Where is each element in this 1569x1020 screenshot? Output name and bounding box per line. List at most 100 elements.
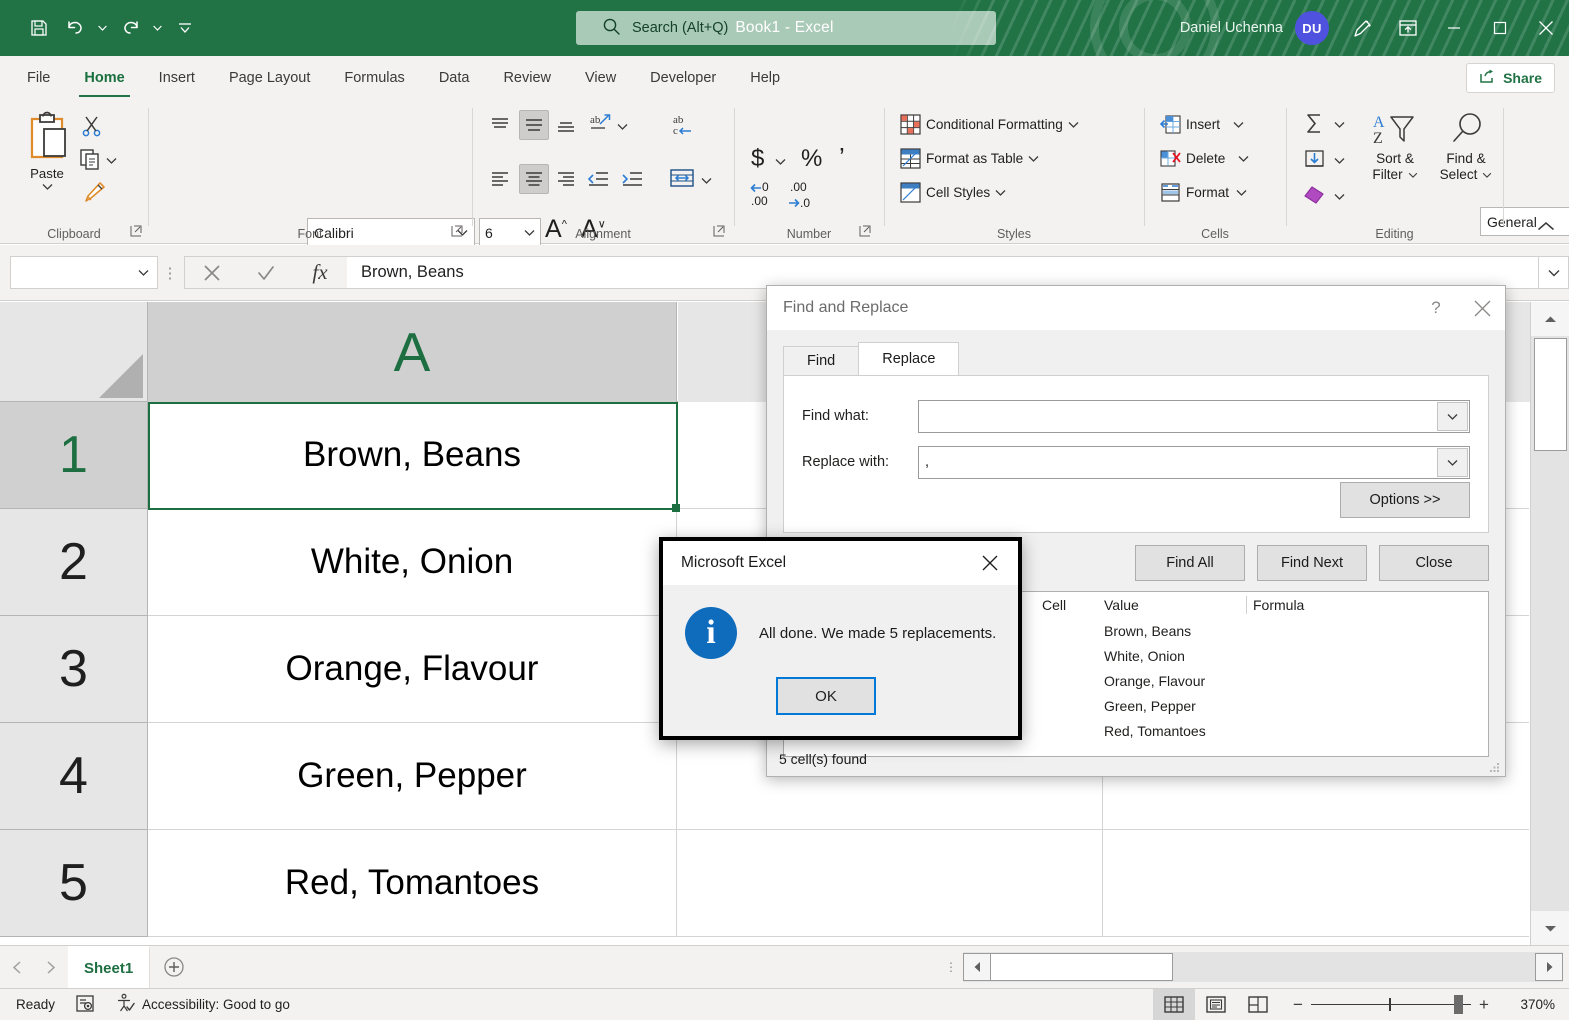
- name-box[interactable]: [10, 256, 158, 289]
- zoom-level[interactable]: 370%: [1503, 997, 1569, 1012]
- find-next-button[interactable]: Find Next: [1257, 545, 1367, 581]
- replace-with-input[interactable]: ,: [918, 446, 1470, 479]
- find-select-dropdown-icon[interactable]: [1482, 167, 1492, 183]
- insert-function-icon[interactable]: fx: [293, 257, 347, 288]
- align-bottom-icon[interactable]: [555, 114, 577, 139]
- format-painter-button[interactable]: [80, 180, 106, 207]
- scroll-down-icon[interactable]: [1531, 911, 1569, 945]
- clipboard-dialog-launcher-icon[interactable]: [130, 225, 142, 240]
- find-replace-title-bar[interactable]: Find and Replace ?: [767, 286, 1505, 330]
- results-col-formula[interactable]: Formula: [1247, 597, 1488, 613]
- cell-c5[interactable]: [1103, 830, 1529, 937]
- results-col-value[interactable]: Value: [1098, 597, 1246, 613]
- cancel-icon[interactable]: [185, 257, 239, 288]
- cell-a3[interactable]: Orange, Flavour: [148, 616, 677, 723]
- conditional-formatting-dropdown-icon[interactable]: [1068, 120, 1079, 130]
- horizontal-split-handle[interactable]: ⋮: [939, 946, 963, 989]
- fill-button[interactable]: [1303, 148, 1345, 174]
- record-macro-button[interactable]: [65, 989, 105, 1020]
- number-dialog-launcher-icon[interactable]: [859, 225, 871, 240]
- replace-with-dropdown-icon[interactable]: [1437, 448, 1468, 477]
- merge-and-center-icon[interactable]: [669, 166, 695, 193]
- align-right-icon[interactable]: [555, 168, 577, 193]
- add-sheet-icon[interactable]: [150, 946, 198, 989]
- results-col-cell[interactable]: Cell: [1036, 597, 1098, 613]
- ok-button[interactable]: OK: [776, 677, 876, 715]
- redo-dropdown-icon[interactable]: [149, 11, 166, 45]
- zoom-out-button[interactable]: −: [1285, 989, 1311, 1020]
- ribbon-display-options-icon[interactable]: [1385, 0, 1431, 56]
- close-icon[interactable]: [970, 543, 1010, 583]
- close-icon[interactable]: [1459, 286, 1505, 330]
- ribbon-tab-developer[interactable]: Developer: [633, 56, 733, 100]
- copy-button[interactable]: [78, 147, 117, 174]
- increase-indent-icon[interactable]: [621, 168, 645, 193]
- cell-b5[interactable]: [677, 830, 1103, 937]
- cell-a2[interactable]: White, Onion: [148, 509, 677, 616]
- align-middle-icon[interactable]: [519, 110, 549, 140]
- row-header-3[interactable]: 3: [0, 616, 148, 723]
- align-center-icon[interactable]: [519, 164, 549, 194]
- next-sheet-icon[interactable]: [34, 946, 68, 989]
- column-header-a[interactable]: A: [148, 302, 677, 402]
- horizontal-scroll-thumb[interactable]: [991, 953, 1173, 981]
- vertical-scroll-thumb[interactable]: [1534, 338, 1567, 451]
- enter-icon[interactable]: [239, 257, 293, 288]
- ribbon-tab-home[interactable]: Home: [67, 56, 141, 100]
- find-what-dropdown-icon[interactable]: [1437, 402, 1468, 431]
- options-button[interactable]: Options >>: [1340, 482, 1470, 518]
- search-input[interactable]: Search (Alt+Q): [576, 11, 996, 45]
- name-box-dropdown-icon[interactable]: [138, 268, 149, 278]
- tab-find[interactable]: Find: [783, 346, 859, 375]
- find-what-input[interactable]: [918, 400, 1470, 433]
- zoom-in-button[interactable]: +: [1471, 989, 1497, 1020]
- ribbon-tab-page-layout[interactable]: Page Layout: [212, 56, 327, 100]
- customize-quick-access-toolbar-icon[interactable]: [168, 11, 202, 45]
- scroll-up-icon[interactable]: [1531, 302, 1569, 336]
- format-as-table-dropdown-icon[interactable]: [1028, 154, 1039, 164]
- redo-icon[interactable]: [113, 11, 147, 45]
- sort-filter-dropdown-icon[interactable]: [1408, 167, 1418, 183]
- accounting-format-icon[interactable]: $: [751, 145, 764, 173]
- autosum-button[interactable]: [1303, 112, 1345, 138]
- align-left-icon[interactable]: [489, 168, 511, 193]
- align-top-icon[interactable]: [489, 114, 511, 139]
- paste-button[interactable]: Paste: [14, 110, 80, 214]
- cell-styles-button[interactable]: Cell Styles: [895, 180, 1011, 205]
- decrease-indent-icon[interactable]: [587, 168, 611, 193]
- cell-a5[interactable]: Red, Tomantoes: [148, 830, 677, 937]
- insert-cells-button[interactable]: Insert: [1155, 112, 1249, 137]
- clear-dropdown-icon[interactable]: [1334, 192, 1345, 202]
- row-header-1[interactable]: 1: [0, 402, 148, 509]
- format-cells-button[interactable]: Format: [1155, 180, 1252, 205]
- previous-sheet-icon[interactable]: [0, 946, 34, 989]
- row-header-2[interactable]: 2: [0, 509, 148, 616]
- scroll-right-icon[interactable]: [1535, 953, 1563, 981]
- font-dialog-launcher-icon[interactable]: [451, 225, 463, 240]
- expand-formula-bar-icon[interactable]: [1539, 256, 1569, 289]
- alignment-dialog-launcher-icon[interactable]: [713, 225, 725, 240]
- wrap-text-icon[interactable]: abc: [669, 112, 695, 141]
- cell-a1[interactable]: Brown, Beans: [148, 402, 677, 509]
- ribbon-tab-review[interactable]: Review: [486, 56, 568, 100]
- find-all-button[interactable]: Find All: [1135, 545, 1245, 581]
- horizontal-scrollbar[interactable]: [963, 952, 1563, 982]
- autosum-dropdown-icon[interactable]: [1334, 120, 1345, 130]
- format-cells-dropdown-icon[interactable]: [1236, 188, 1247, 198]
- orientation-icon[interactable]: ab: [587, 112, 613, 139]
- conditional-formatting-button[interactable]: Conditional Formatting: [895, 112, 1084, 137]
- format-as-table-button[interactable]: Format as Table: [895, 146, 1044, 171]
- cut-button[interactable]: [80, 114, 104, 141]
- page-layout-view-icon[interactable]: [1195, 989, 1237, 1020]
- row-header-4[interactable]: 4: [0, 723, 148, 830]
- share-button[interactable]: Share: [1466, 63, 1555, 93]
- fill-dropdown-icon[interactable]: [1334, 156, 1345, 166]
- accounting-dropdown-icon[interactable]: [775, 157, 786, 167]
- zoom-slider-thumb[interactable]: [1454, 995, 1463, 1014]
- ink-pen-icon[interactable]: [1339, 0, 1385, 56]
- scroll-left-icon[interactable]: [963, 953, 991, 981]
- vertical-scrollbar[interactable]: [1530, 302, 1569, 945]
- row-header-5[interactable]: 5: [0, 830, 148, 937]
- maximize-icon[interactable]: [1477, 0, 1523, 56]
- orientation-dropdown-icon[interactable]: [617, 122, 628, 132]
